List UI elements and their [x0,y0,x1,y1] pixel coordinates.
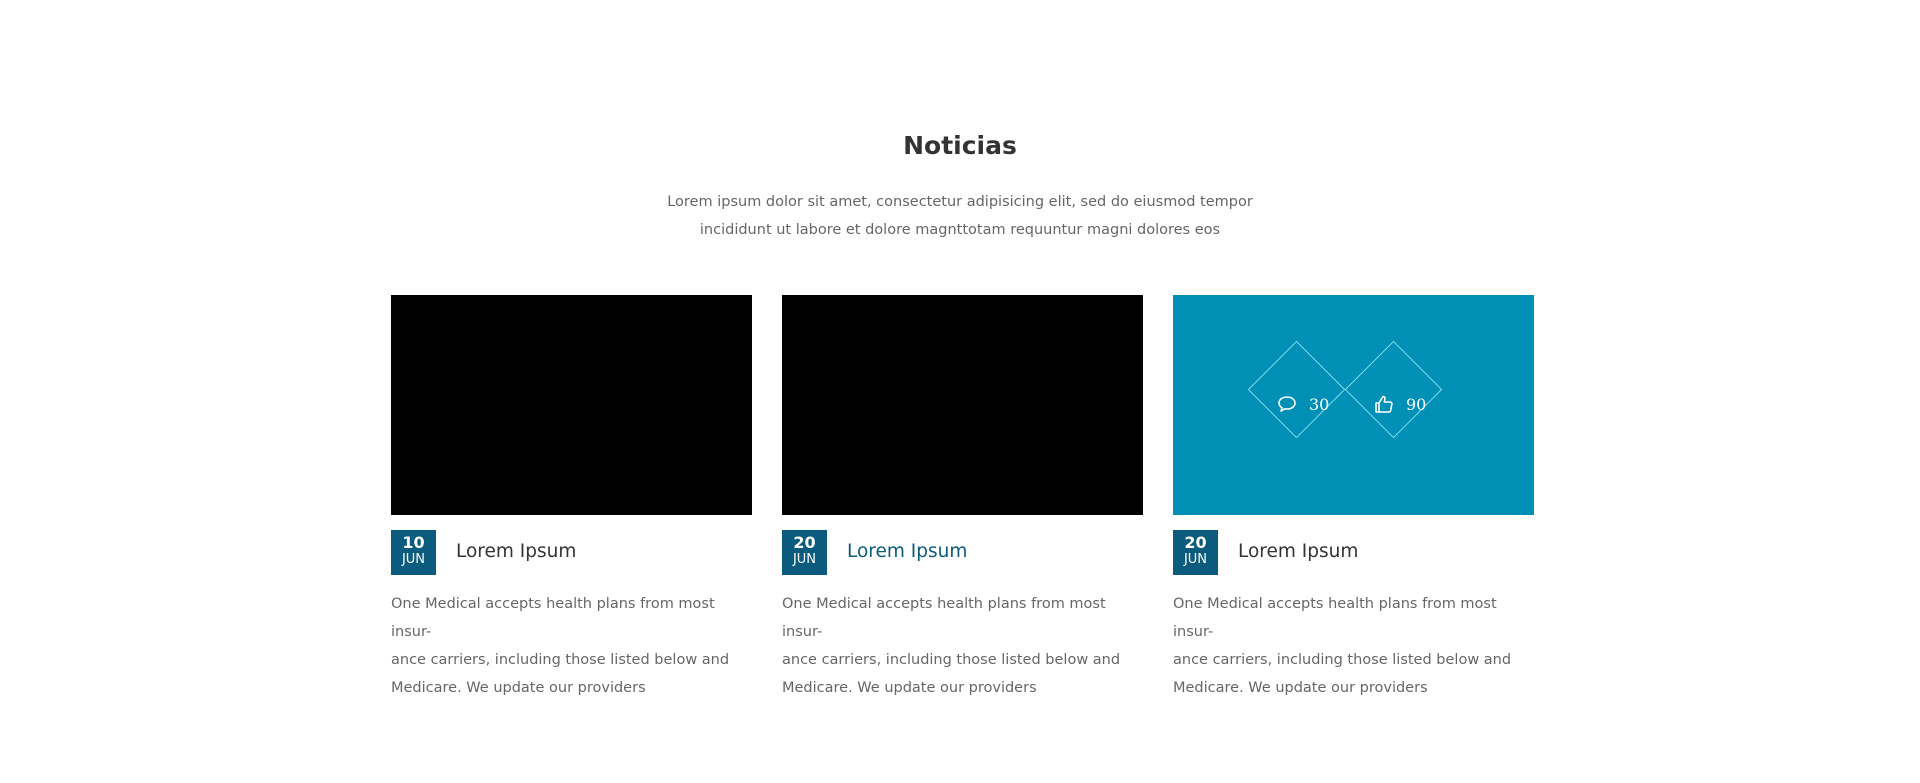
excerpt-line: ance carriers, including those listed be… [1173,652,1512,668]
excerpt-line: ance carriers, including those listed be… [782,652,1121,668]
excerpt-line: One Medical accepts health plans from mo… [1173,596,1497,640]
likes-stat[interactable]: 90 [1374,392,1426,416]
subtitle-line-1: Lorem ipsum dolor sit amet, consectetur … [667,194,1253,210]
news-section: Noticias Lorem ipsum dolor sit amet, con… [0,0,1920,783]
news-card-header: 20 JUN Lorem Ipsum [782,530,1143,575]
news-card-title-link[interactable]: Lorem Ipsum [847,540,967,564]
date-month: JUN [401,552,426,567]
excerpt-line: Medicare. We update our providers [782,680,1037,696]
news-card: 20 JUN Lorem Ipsum One Medical accepts h… [782,295,1143,702]
news-card-image-overlay[interactable]: 30 90 [1173,295,1534,515]
news-card: 30 90 20 JUN Lorem Ipsum One Medical acc… [1173,295,1534,702]
date-month: JUN [1183,552,1208,567]
subtitle-line-2: incididunt ut labore et dolore magnttota… [699,222,1221,238]
news-card-excerpt: One Medical accepts health plans from mo… [391,590,752,702]
section-title: Noticias [903,131,1017,160]
excerpt-line: Medicare. We update our providers [1173,680,1428,696]
comments-stat[interactable]: 30 [1277,392,1329,416]
news-card-excerpt: One Medical accepts health plans from mo… [1173,590,1534,702]
news-card-title-link[interactable]: Lorem Ipsum [456,540,576,564]
likes-count: 90 [1406,394,1427,414]
thumbs-up-icon [1375,395,1393,413]
excerpt-line: Medicare. We update our providers [391,680,646,696]
date-day: 10 [402,533,425,552]
excerpt-line: One Medical accepts health plans from mo… [782,596,1106,640]
news-card-excerpt: One Medical accepts health plans from mo… [782,590,1143,702]
date-day: 20 [1184,533,1207,552]
news-card-title-link[interactable]: Lorem Ipsum [1238,540,1358,564]
news-card-image[interactable] [782,295,1143,515]
comments-diamond [1247,340,1346,439]
date-badge: 10 JUN [391,530,436,575]
excerpt-line: One Medical accepts health plans from mo… [391,596,715,640]
news-card: 10 JUN Lorem Ipsum One Medical accepts h… [391,295,752,702]
excerpt-line: ance carriers, including those listed be… [391,652,730,668]
news-card-header: 10 JUN Lorem Ipsum [391,530,752,575]
date-month: JUN [792,552,817,567]
likes-diamond [1344,340,1443,439]
section-subtitle: Lorem ipsum dolor sit amet, consectetur … [660,188,1260,244]
date-badge: 20 JUN [782,530,827,575]
comments-count: 30 [1309,394,1330,414]
date-badge: 20 JUN [1173,530,1218,575]
news-card-header: 20 JUN Lorem Ipsum [1173,530,1534,575]
comment-icon [1278,396,1296,412]
date-day: 20 [793,533,816,552]
news-card-image[interactable] [391,295,752,515]
